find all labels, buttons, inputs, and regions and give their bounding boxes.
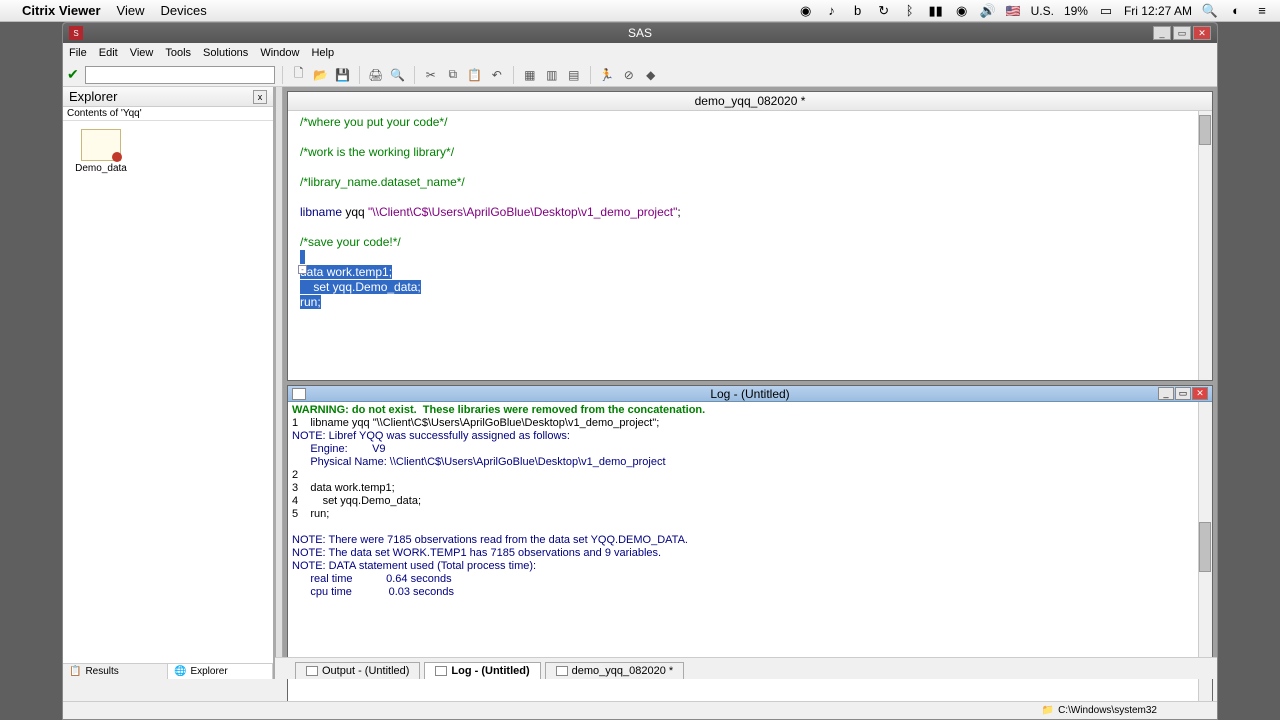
- window-tabs: Output - (Untitled) Log - (Untitled) dem…: [275, 657, 1217, 679]
- command-combobox[interactable]: [85, 66, 275, 84]
- menu-edit[interactable]: Edit: [99, 47, 118, 59]
- explorer-titlebar: Explorer x: [63, 87, 273, 107]
- editor-tab-icon: [556, 666, 568, 676]
- menu-file[interactable]: File: [69, 47, 87, 59]
- fold-marker-icon[interactable]: -: [298, 265, 307, 274]
- explorer-subtitle: Contents of 'Yqq': [63, 107, 273, 121]
- explorer-panel: Explorer x Contents of 'Yqq' Demo_data 📋…: [63, 87, 275, 679]
- editor-title: demo_yqq_082020 *: [288, 92, 1212, 111]
- bluetooth-icon[interactable]: ᛒ: [902, 3, 918, 19]
- sas-toolbar: ✔ 🗋 📂 💾 🖨 🔍 ✂ ⧉ 📋 ↶ ▦ ▥ ▤ 🏃 ⊘ ◆: [63, 63, 1217, 87]
- close-button[interactable]: ✕: [1193, 26, 1211, 40]
- menu-window[interactable]: Window: [260, 47, 299, 59]
- options-icon[interactable]: ▤: [565, 66, 583, 84]
- menu-view[interactable]: View: [130, 47, 154, 59]
- log-titlebar: Log - (Untitled) _ ▭ ✕: [288, 386, 1212, 402]
- cut-icon[interactable]: ✂: [422, 66, 440, 84]
- results-icon: 📋: [69, 666, 81, 677]
- tray-icon[interactable]: ♪: [824, 3, 840, 19]
- log-maximize-button[interactable]: ▭: [1175, 387, 1191, 400]
- library-icon[interactable]: ▦: [521, 66, 539, 84]
- run-icon[interactable]: 🏃: [598, 66, 616, 84]
- explorer-body[interactable]: Demo_data: [63, 121, 273, 663]
- editor-scrollbar[interactable]: [1198, 111, 1212, 380]
- copy-icon[interactable]: ⧉: [444, 66, 462, 84]
- menu-help[interactable]: Help: [311, 47, 334, 59]
- wifi-icon[interactable]: ◉: [954, 3, 970, 19]
- battery-icon[interactable]: ▮▮: [928, 3, 944, 19]
- log-minimize-button[interactable]: _: [1158, 387, 1174, 400]
- menubar-clock[interactable]: Fri 12:27 AM: [1124, 4, 1192, 18]
- sas-window-title: SAS: [628, 26, 652, 40]
- menu-devices[interactable]: Devices: [160, 3, 206, 18]
- explorer-tree-icon: 🌐: [174, 666, 186, 677]
- battery-percent[interactable]: 19%: [1064, 4, 1088, 18]
- print-preview-icon[interactable]: 🔍: [389, 66, 407, 84]
- locale-label[interactable]: U.S.: [1031, 4, 1054, 18]
- explorer-tab[interactable]: 🌐 Explorer: [168, 664, 273, 679]
- explorer-close-button[interactable]: x: [253, 90, 267, 104]
- menu-tools[interactable]: Tools: [165, 47, 191, 59]
- save-icon[interactable]: 💾: [334, 66, 352, 84]
- spotlight-icon[interactable]: 🔍: [1202, 3, 1218, 19]
- tab-editor[interactable]: demo_yqq_082020 *: [545, 662, 685, 679]
- status-bar: 📁 C:\Windows\system32: [63, 701, 1217, 719]
- volume-icon[interactable]: 🔊: [980, 3, 996, 19]
- new-icon[interactable]: 🗋: [290, 66, 308, 84]
- folder-icon: 📁: [1042, 705, 1054, 716]
- timemachine-icon[interactable]: ↻: [876, 3, 892, 19]
- dataset-icon: [81, 129, 121, 161]
- stop-icon[interactable]: ⊘: [620, 66, 638, 84]
- dataset-item[interactable]: Demo_data: [71, 129, 131, 174]
- status-path: C:\Windows\system32: [1058, 705, 1157, 716]
- tab-output[interactable]: Output - (Untitled): [295, 662, 420, 679]
- print-icon[interactable]: 🖨: [367, 66, 385, 84]
- results-tab[interactable]: 📋 Results: [63, 664, 168, 679]
- paste-icon[interactable]: 📋: [466, 66, 484, 84]
- explorer-icon[interactable]: ▥: [543, 66, 561, 84]
- splitter[interactable]: [275, 87, 283, 679]
- locale-flag[interactable]: 🇺🇸: [1006, 4, 1021, 18]
- minimize-button[interactable]: _: [1153, 26, 1171, 40]
- maximize-button[interactable]: ▭: [1173, 26, 1191, 40]
- menu-solutions[interactable]: Solutions: [203, 47, 248, 59]
- tab-log[interactable]: Log - (Untitled): [424, 662, 540, 679]
- app-name[interactable]: Citrix Viewer: [22, 3, 101, 18]
- battery-bar-icon[interactable]: ▭: [1098, 3, 1114, 19]
- submit-check-icon[interactable]: ✔: [67, 66, 79, 83]
- log-tab-icon: [435, 666, 447, 676]
- sas-app-icon: S: [69, 26, 83, 40]
- open-icon[interactable]: 📂: [312, 66, 330, 84]
- explorer-title-text: Explorer: [69, 89, 117, 104]
- output-icon: [306, 666, 318, 676]
- siri-icon[interactable]: ◐: [1228, 3, 1244, 19]
- dataset-label: Demo_data: [71, 163, 131, 174]
- mac-menubar: Citrix Viewer View Devices ◉ ♪ b ↻ ᛒ ▮▮ …: [0, 0, 1280, 22]
- help-icon[interactable]: ◆: [642, 66, 660, 84]
- editor-body[interactable]: /*where you put your code*/ /*work is th…: [288, 111, 1212, 380]
- tray-icon[interactable]: ◉: [798, 3, 814, 19]
- log-icon: [292, 388, 306, 400]
- tray-icon[interactable]: b: [850, 3, 866, 19]
- editor-pane: demo_yqq_082020 * /*where you put your c…: [287, 91, 1213, 381]
- undo-icon[interactable]: ↶: [488, 66, 506, 84]
- sas-window: S SAS _ ▭ ✕ File Edit View Tools Solutio…: [62, 22, 1218, 720]
- sas-menubar: File Edit View Tools Solutions Window He…: [63, 43, 1217, 63]
- log-title-text: Log - (Untitled): [710, 387, 789, 401]
- notification-center-icon[interactable]: ≡: [1254, 3, 1270, 19]
- sas-titlebar: S SAS _ ▭ ✕: [63, 23, 1217, 43]
- log-close-button[interactable]: ✕: [1192, 387, 1208, 400]
- menu-view[interactable]: View: [117, 3, 145, 18]
